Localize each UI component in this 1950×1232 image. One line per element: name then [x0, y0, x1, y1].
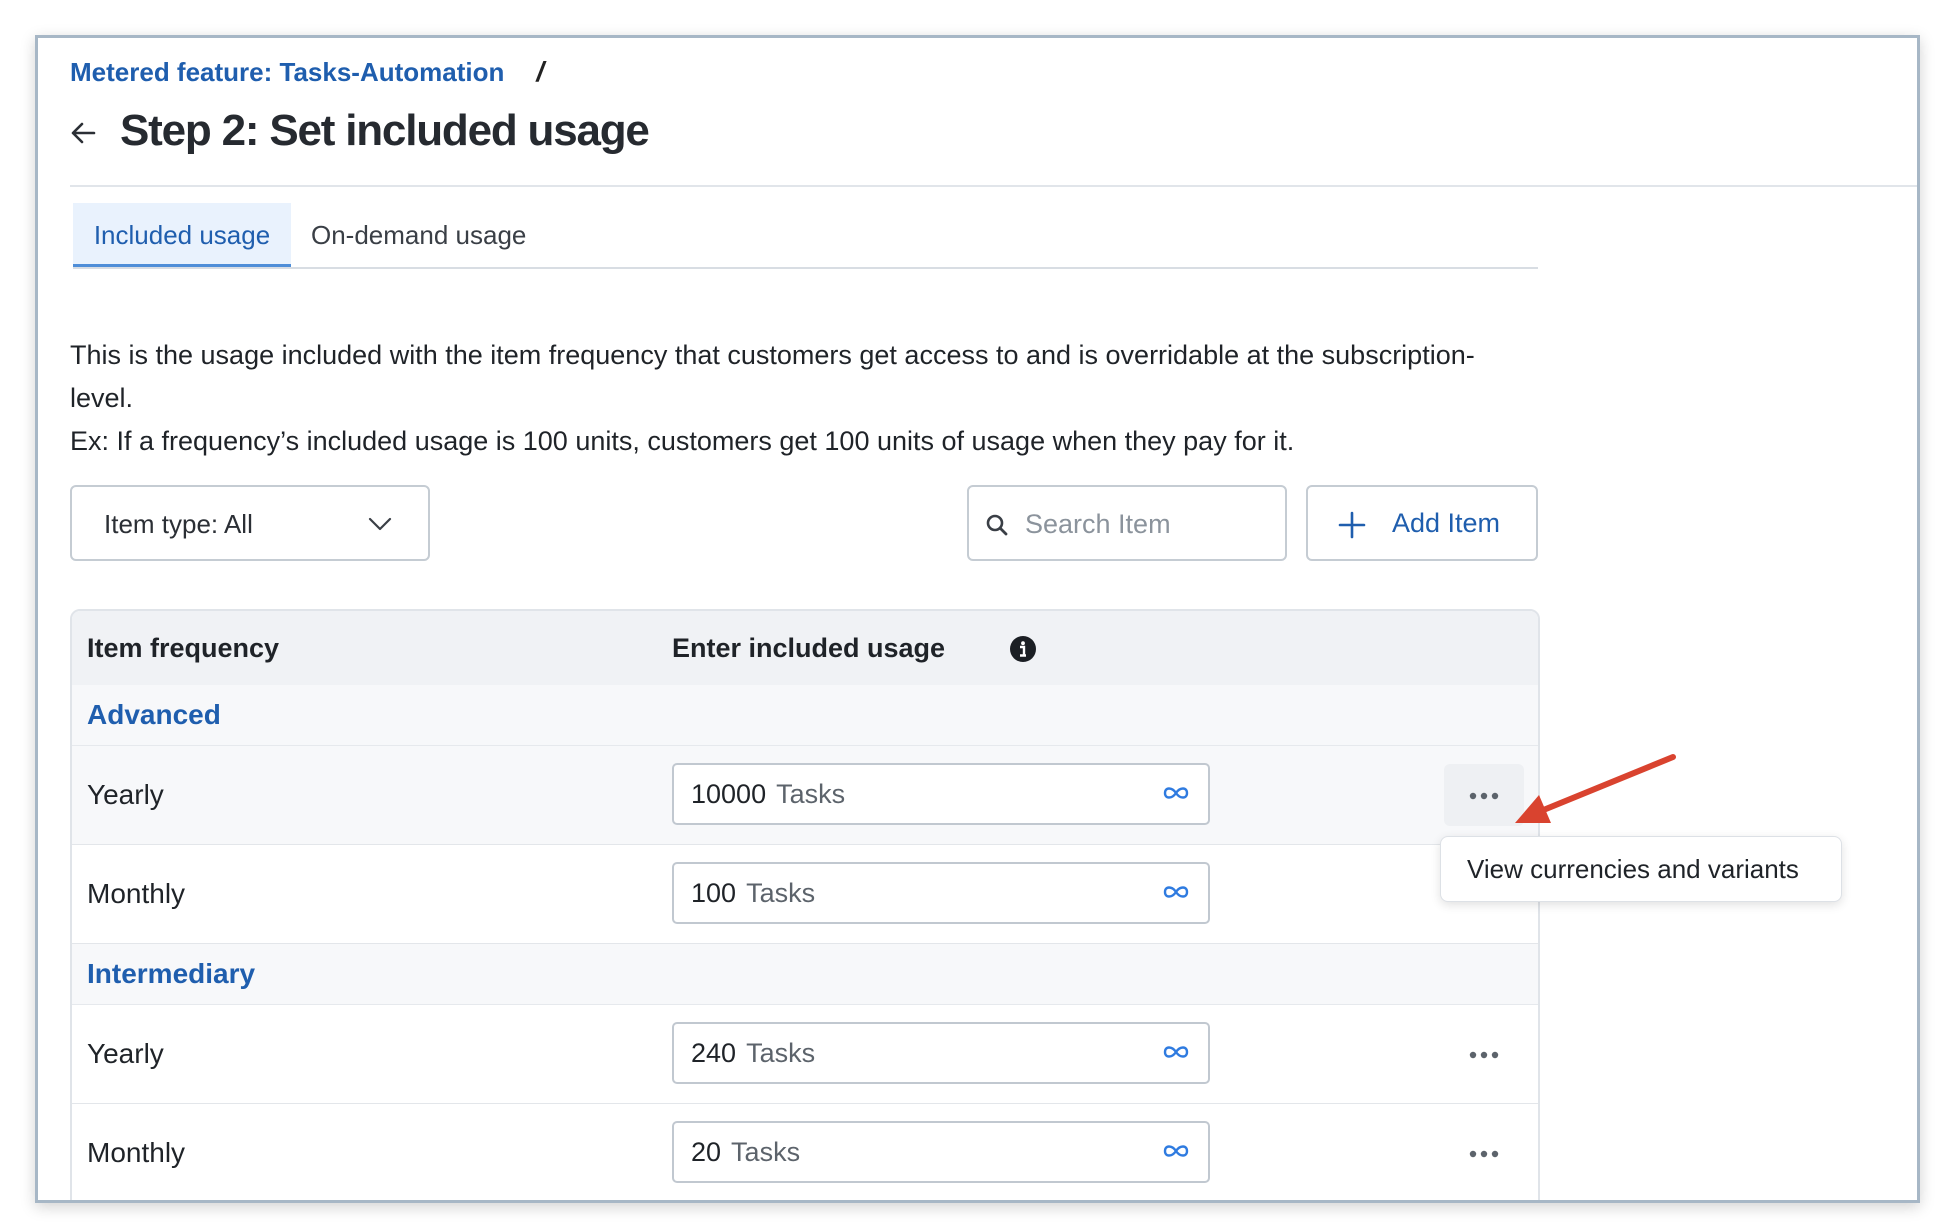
- table-row: Monthly 20 Tasks: [72, 1104, 1538, 1200]
- table-header: Item frequency Enter included usage: [72, 611, 1538, 685]
- usage-value: 10000 Tasks: [691, 779, 846, 809]
- more-horizontal-icon: [1469, 1150, 1499, 1158]
- more-options-button[interactable]: [1444, 1023, 1524, 1085]
- table-row: Yearly 240 Tasks: [72, 1005, 1538, 1104]
- breadcrumb-separator: /: [536, 56, 545, 87]
- table-row: Yearly 10000 Tasks: [72, 746, 1538, 845]
- info-icon[interactable]: [1009, 635, 1037, 663]
- more-options-tooltip: View currencies and variants: [1440, 836, 1842, 902]
- search-box: [967, 485, 1287, 561]
- search-input[interactable]: [1023, 489, 1277, 559]
- tooltip-text: View currencies and variants: [1467, 854, 1799, 884]
- annotation-arrow-icon: [1515, 754, 1676, 823]
- frequency-label: Yearly: [87, 1038, 164, 1069]
- description: This is the usage included with the item…: [70, 334, 1510, 463]
- breadcrumb: Metered feature: Tasks-Automation /: [70, 56, 544, 88]
- back-arrow-icon[interactable]: [66, 116, 100, 150]
- breadcrumb-link[interactable]: Metered feature: Tasks-Automation: [70, 57, 504, 88]
- add-item-label: Add Item: [1392, 508, 1501, 538]
- infinity-icon[interactable]: [1162, 1143, 1190, 1159]
- frequency-label: Yearly: [87, 779, 164, 810]
- search-icon: [986, 514, 1008, 536]
- tab-included-usage[interactable]: Included usage: [73, 203, 291, 267]
- frequency-label: Monthly: [87, 1137, 186, 1168]
- usage-value: 100 Tasks: [691, 878, 816, 908]
- more-horizontal-icon: [1469, 792, 1499, 800]
- page-title: Step 2: Set included usage: [120, 106, 650, 155]
- header-divider: [70, 185, 1917, 187]
- usage-value: 20 Tasks: [691, 1137, 801, 1167]
- item-type-label: Item type: All: [104, 509, 253, 539]
- usage-table: Item frequency Enter included usage Adva…: [70, 609, 1540, 1200]
- description-line: This is the usage included with the item…: [70, 340, 1475, 413]
- more-horizontal-icon: [1469, 1051, 1499, 1059]
- usage-value: 240 Tasks: [691, 1038, 816, 1068]
- group-row-advanced: Advanced: [72, 685, 1538, 746]
- tab-on-demand-usage[interactable]: On-demand usage: [311, 203, 526, 267]
- add-item-button[interactable]: Add Item: [1306, 485, 1538, 561]
- column-header-frequency: Item frequency: [87, 633, 280, 663]
- table-row: Monthly 100 Tasks: [72, 845, 1538, 944]
- tab-bar: Included usage On-demand usage: [73, 203, 1538, 269]
- description-example: Ex: If a frequency’s included usage is 1…: [70, 426, 1295, 456]
- frequency-label: Monthly: [87, 878, 186, 909]
- app-window: Metered feature: Tasks-Automation / Step…: [35, 35, 1920, 1203]
- more-options-button[interactable]: [1444, 1122, 1524, 1184]
- included-usage-input[interactable]: 100 Tasks: [672, 862, 1210, 924]
- group-label: Advanced: [87, 699, 221, 730]
- group-row-intermediary: Intermediary: [72, 944, 1538, 1005]
- column-header-usage: Enter included usage: [672, 633, 946, 663]
- included-usage-input[interactable]: 240 Tasks: [672, 1022, 1210, 1084]
- item-type-dropdown[interactable]: Item type: All: [70, 485, 430, 561]
- infinity-icon[interactable]: [1162, 884, 1190, 900]
- plus-icon: [1338, 511, 1366, 539]
- included-usage-input[interactable]: 10000 Tasks: [672, 763, 1210, 825]
- included-usage-input[interactable]: 20 Tasks: [672, 1121, 1210, 1183]
- infinity-icon[interactable]: [1162, 1044, 1190, 1060]
- infinity-icon[interactable]: [1162, 785, 1190, 801]
- chevron-down-icon: [368, 517, 392, 531]
- group-label: Intermediary: [87, 958, 256, 989]
